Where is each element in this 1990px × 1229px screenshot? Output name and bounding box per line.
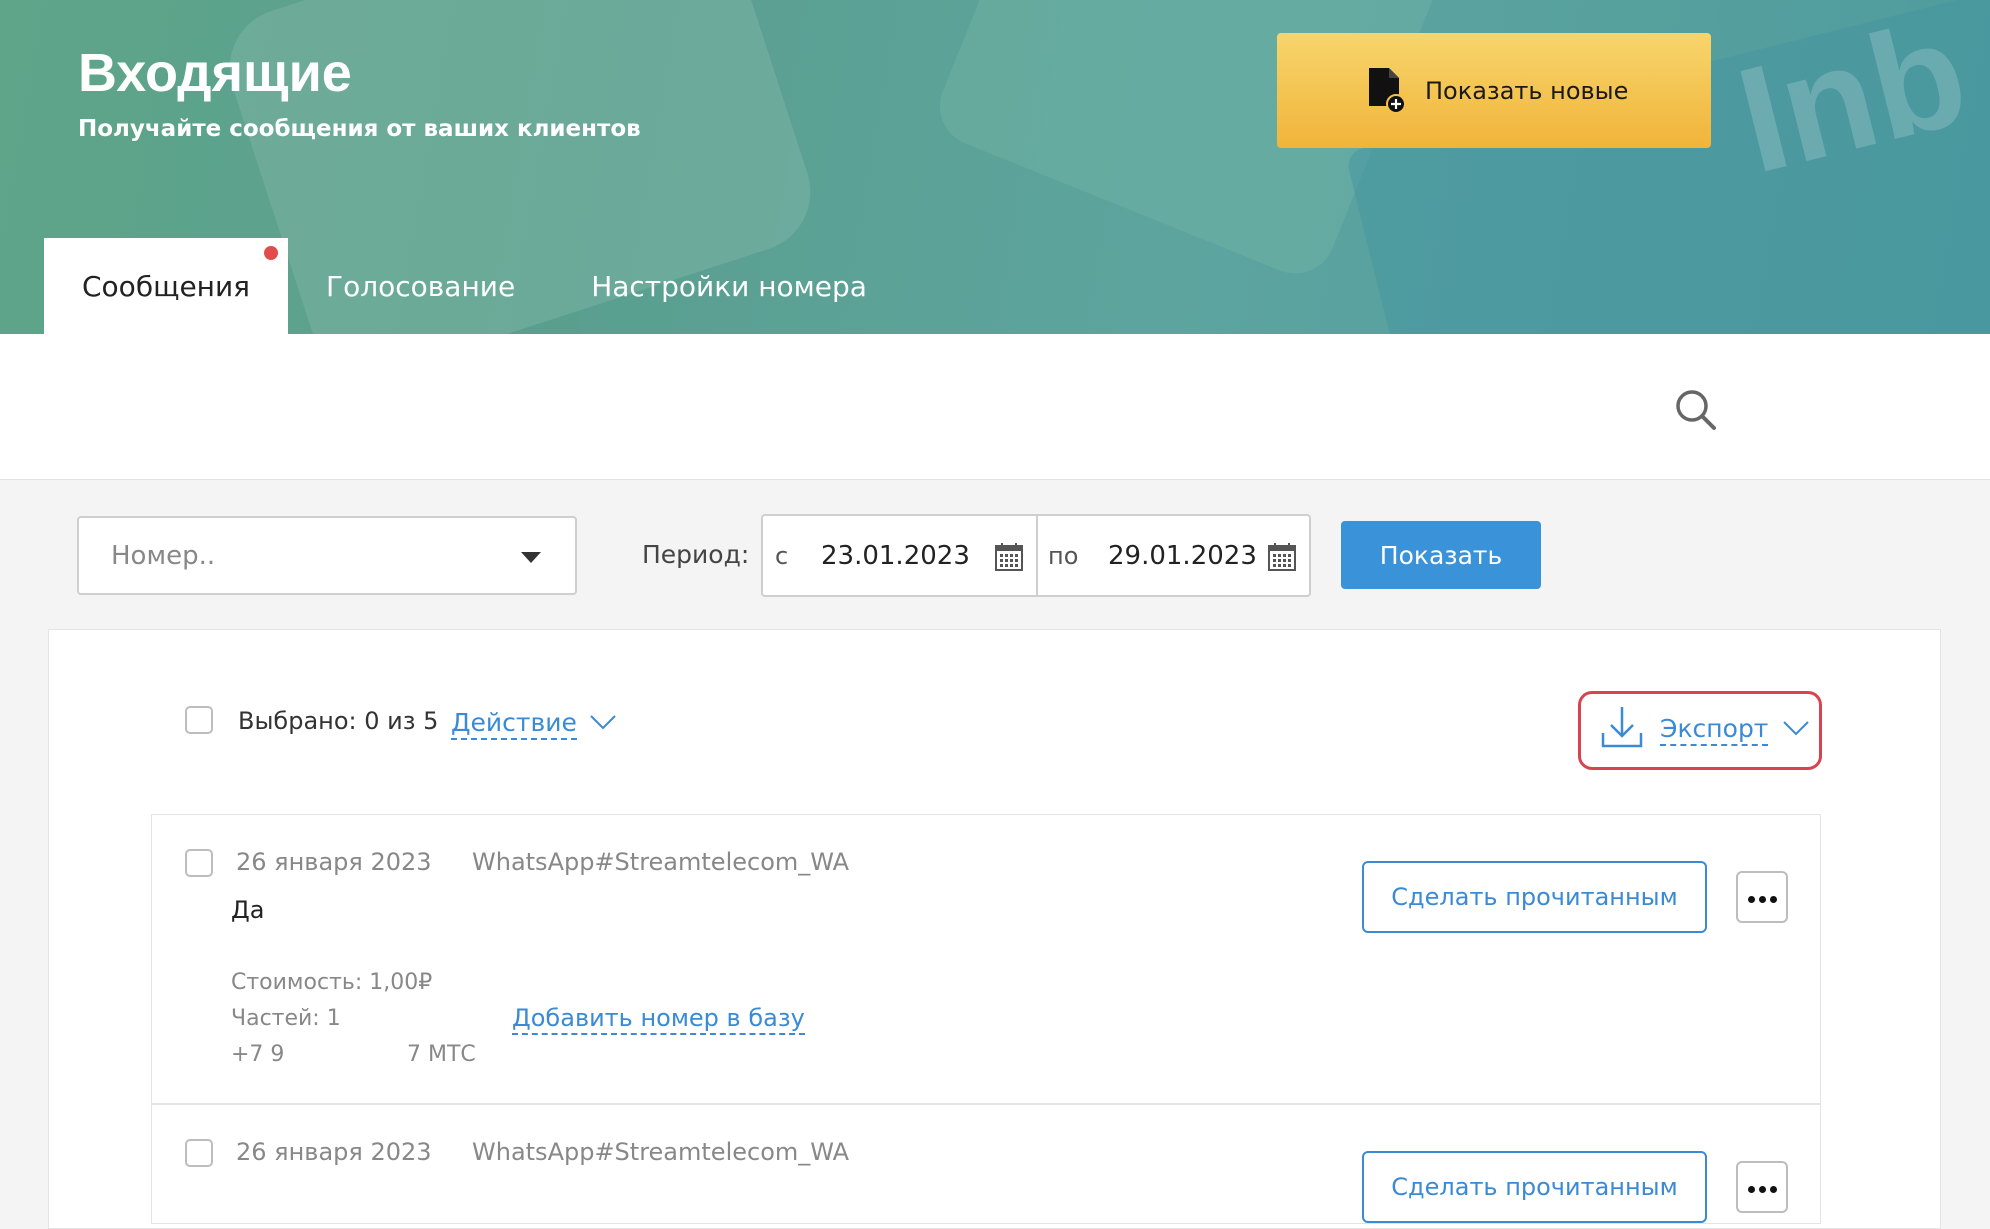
more-options-button[interactable]	[1736, 1161, 1788, 1213]
tab-bar: Сообщения Голосование Настройки номера	[44, 238, 905, 334]
mark-read-button[interactable]: Сделать прочитанным	[1362, 1151, 1707, 1223]
message-checkbox[interactable]	[185, 1139, 213, 1167]
select-all-checkbox[interactable]	[185, 706, 213, 734]
message-date: 26 января 2023	[236, 1138, 432, 1166]
tab-number-settings[interactable]: Настройки номера	[553, 238, 905, 334]
message-sender: WhatsApp#Streamtelecom_WA	[472, 1138, 850, 1166]
calendar-icon[interactable]	[1267, 542, 1297, 576]
message-sender: WhatsApp#Streamtelecom_WA	[472, 848, 850, 876]
show-new-button[interactable]: Показать новые	[1277, 33, 1711, 148]
date-from-prefix: с	[775, 541, 789, 570]
tab-messages[interactable]: Сообщения	[44, 238, 289, 334]
number-select-placeholder: Номер..	[111, 540, 216, 571]
notification-dot	[264, 246, 279, 260]
date-range: с 23.01.2023 по 29.01.2023	[761, 514, 1311, 597]
show-new-label: Показать новые	[1425, 76, 1629, 105]
tab-voting[interactable]: Голосование	[288, 238, 553, 334]
chevron-down-icon[interactable]	[588, 712, 618, 736]
more-dots-icon	[1746, 888, 1779, 907]
document-add-icon	[1367, 66, 1407, 120]
date-to-field[interactable]: по 29.01.2023	[1038, 516, 1309, 595]
more-options-button[interactable]	[1736, 871, 1788, 923]
message-date: 26 января 2023	[236, 848, 432, 876]
tab-label: Сообщения	[82, 269, 251, 303]
number-select[interactable]: Номер..	[77, 516, 577, 595]
tab-label: Голосование	[326, 269, 516, 303]
download-icon[interactable]	[1600, 703, 1644, 755]
message-phone: +7 9	[231, 1042, 285, 1067]
add-number-link[interactable]: Добавить номер в базу	[512, 1004, 805, 1035]
export-dropdown[interactable]: Экспорт	[1660, 714, 1769, 746]
caret-down-icon	[521, 552, 541, 563]
page-subtitle: Получайте сообщения от ваших клиентов	[78, 116, 641, 142]
tab-label: Настройки номера	[591, 269, 867, 303]
more-dots-icon	[1746, 1178, 1779, 1197]
search-icon[interactable]	[1674, 388, 1718, 436]
calendar-icon[interactable]	[994, 542, 1024, 576]
date-to-prefix: по	[1048, 541, 1079, 570]
mark-read-button[interactable]: Сделать прочитанным	[1362, 861, 1707, 933]
show-button[interactable]: Показать	[1341, 521, 1541, 589]
message-cost: Стоимость: 1,00₽	[231, 970, 433, 995]
date-from-field[interactable]: с 23.01.2023	[763, 516, 1038, 595]
date-from-value: 23.01.2023	[821, 540, 970, 571]
message-text: Да	[231, 896, 265, 924]
page-title: Входящие	[78, 43, 352, 103]
selected-count: Выбрано: 0 из 5	[238, 707, 439, 735]
message-checkbox[interactable]	[185, 849, 213, 877]
action-dropdown[interactable]: Действие	[451, 708, 577, 740]
date-to-value: 29.01.2023	[1108, 540, 1257, 571]
message-operator: 7 МТС	[407, 1042, 476, 1067]
period-label: Период:	[642, 540, 750, 569]
chevron-down-icon[interactable]	[1781, 718, 1811, 742]
message-parts: Частей: 1	[231, 1006, 341, 1031]
